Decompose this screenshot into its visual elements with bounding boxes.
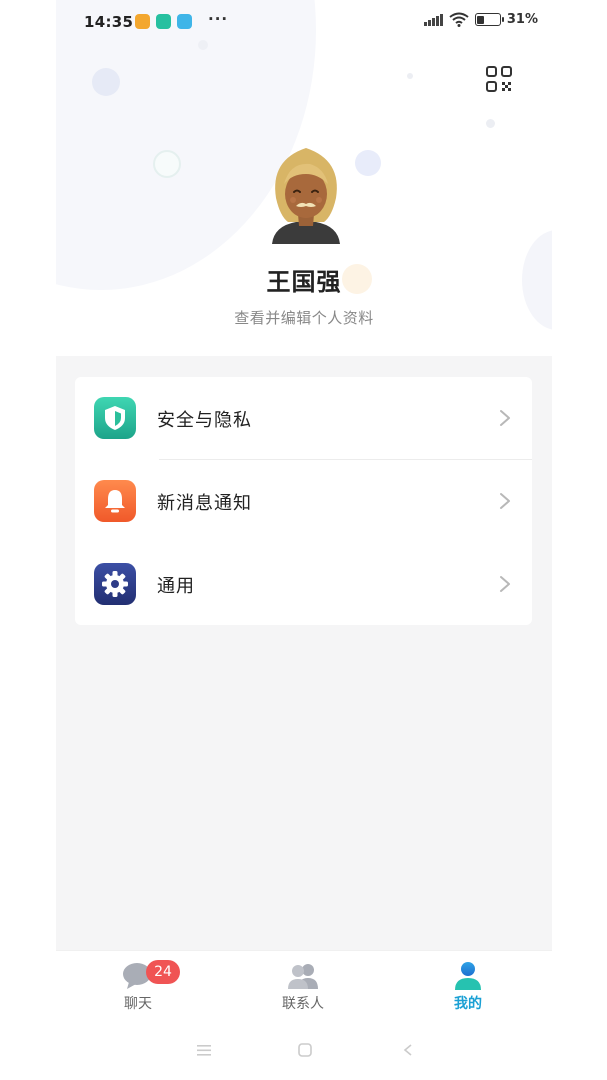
settings-menu: 安全与隐私 新消息通知 通用 bbox=[75, 377, 532, 625]
bottom-tab-bar: 24 聊天 联系人 我的 bbox=[56, 950, 552, 1030]
menu-item-security-privacy[interactable]: 安全与隐私 bbox=[75, 377, 532, 460]
edit-profile-link[interactable]: 查看并编辑个人资料 bbox=[56, 307, 552, 328]
main-content: 安全与隐私 新消息通知 通用 bbox=[56, 356, 552, 950]
tab-label: 聊天 bbox=[124, 996, 152, 1012]
background-dot bbox=[92, 68, 120, 96]
battery-level bbox=[477, 15, 484, 24]
battery-icon bbox=[474, 13, 504, 26]
app-notification-icon bbox=[135, 14, 150, 29]
contacts-icon bbox=[288, 964, 318, 989]
qr-code-icon[interactable] bbox=[484, 64, 514, 94]
status-time: 14:35 bbox=[84, 13, 134, 31]
wifi-icon bbox=[449, 12, 469, 27]
profile-header: 14:35 ··· 31% 王国强 查看并编辑个人资料 bbox=[56, 0, 552, 356]
unread-badge: 24 bbox=[146, 960, 180, 984]
tab-me[interactable]: 我的 bbox=[418, 961, 518, 1021]
phone-screen: 14:35 ··· 31% 王国强 查看并编辑个人资料 安全与隐私 新消息通知 … bbox=[56, 0, 552, 1080]
background-dot bbox=[355, 150, 381, 176]
app-notification-icon bbox=[156, 14, 171, 29]
signal-icon bbox=[424, 13, 443, 26]
system-navigation-bar bbox=[56, 1030, 552, 1080]
status-indicators: 31% bbox=[424, 12, 538, 27]
chevron-right-icon bbox=[500, 576, 510, 592]
battery-text: 31% bbox=[506, 12, 538, 27]
background-dot bbox=[486, 119, 495, 128]
menu-item-label: 安全与隐私 bbox=[157, 410, 252, 431]
gear-icon bbox=[94, 563, 136, 605]
menu-item-label: 通用 bbox=[157, 576, 195, 597]
more-notifications-icon: ··· bbox=[208, 10, 229, 28]
tab-label: 联系人 bbox=[282, 996, 324, 1012]
shield-icon bbox=[94, 397, 136, 439]
user-name[interactable]: 王国强 bbox=[56, 262, 552, 297]
menu-item-general[interactable]: 通用 bbox=[75, 543, 532, 625]
app-notification-icon bbox=[177, 14, 192, 29]
background-dot bbox=[153, 150, 181, 178]
avatar[interactable] bbox=[266, 140, 346, 244]
chevron-right-icon bbox=[500, 410, 510, 426]
chevron-right-icon bbox=[500, 493, 510, 509]
menu-item-notifications[interactable]: 新消息通知 bbox=[75, 460, 532, 542]
menu-item-label: 新消息通知 bbox=[157, 493, 252, 514]
background-dot bbox=[407, 73, 413, 79]
menu-icon[interactable] bbox=[195, 1042, 213, 1058]
notification-icons bbox=[135, 14, 192, 29]
tab-label: 我的 bbox=[454, 996, 482, 1012]
person-icon bbox=[455, 962, 481, 990]
back-icon[interactable] bbox=[401, 1042, 415, 1058]
home-icon[interactable] bbox=[297, 1042, 313, 1058]
status-bar: 14:35 ··· 31% bbox=[56, 0, 552, 44]
tab-contacts[interactable]: 联系人 bbox=[253, 961, 353, 1021]
bell-icon bbox=[94, 480, 136, 522]
tab-chat[interactable]: 24 聊天 bbox=[88, 960, 188, 1021]
